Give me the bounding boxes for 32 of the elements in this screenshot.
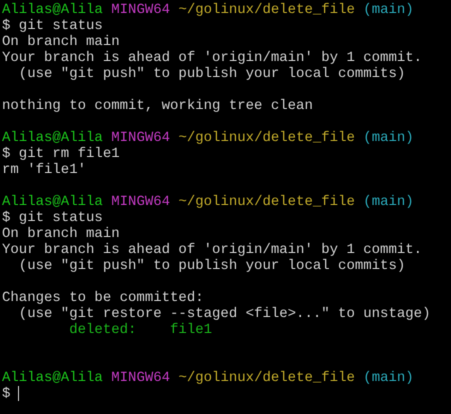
output-line: Your branch is ahead of 'origin/main' by 1 commit. bbox=[2, 242, 422, 258]
output-line: (use "git push" to publish your local commits) bbox=[18, 258, 406, 274]
output-line: On branch main bbox=[2, 226, 120, 242]
command-line: $ git status bbox=[2, 18, 103, 34]
branch-name: (main) bbox=[363, 2, 414, 18]
output-line: nothing to commit, working tree clean bbox=[2, 98, 313, 114]
output-line: On branch main bbox=[2, 34, 120, 50]
shell-name: MINGW64 bbox=[111, 2, 170, 18]
output-line: Changes to be committed: bbox=[2, 290, 204, 306]
output-line: (use "git push" to publish your local commits) bbox=[18, 66, 406, 82]
shell-name: MINGW64 bbox=[111, 370, 170, 386]
directory-path: ~/golinux/delete_file bbox=[178, 194, 355, 210]
shell-name: MINGW64 bbox=[111, 130, 170, 146]
directory-path: ~/golinux/delete_file bbox=[178, 130, 355, 146]
branch-name: (main) bbox=[363, 370, 414, 386]
directory-path: ~/golinux/delete_file bbox=[178, 370, 355, 386]
command-line: $ git status bbox=[2, 210, 103, 226]
user-host: Alilas@Alila bbox=[2, 194, 103, 210]
user-host: Alilas@Alila bbox=[2, 130, 103, 146]
output-line: (use "git restore --staged <file>..." to unstage) bbox=[18, 306, 430, 322]
branch-name: (main) bbox=[363, 194, 414, 210]
prompt-symbol: $ bbox=[2, 386, 10, 402]
user-host: Alilas@Alila bbox=[2, 370, 103, 386]
output-line: rm 'file1' bbox=[2, 162, 86, 178]
user-host: Alilas@Alila bbox=[2, 2, 103, 18]
branch-name: (main) bbox=[363, 130, 414, 146]
text-cursor bbox=[18, 386, 20, 401]
staged-file-line: deleted: file1 bbox=[68, 322, 212, 338]
directory-path: ~/golinux/delete_file bbox=[178, 2, 355, 18]
command-line: $ git rm file1 bbox=[2, 146, 120, 162]
output-line: Your branch is ahead of 'origin/main' by 1 commit. bbox=[2, 50, 422, 66]
shell-name: MINGW64 bbox=[111, 194, 170, 210]
